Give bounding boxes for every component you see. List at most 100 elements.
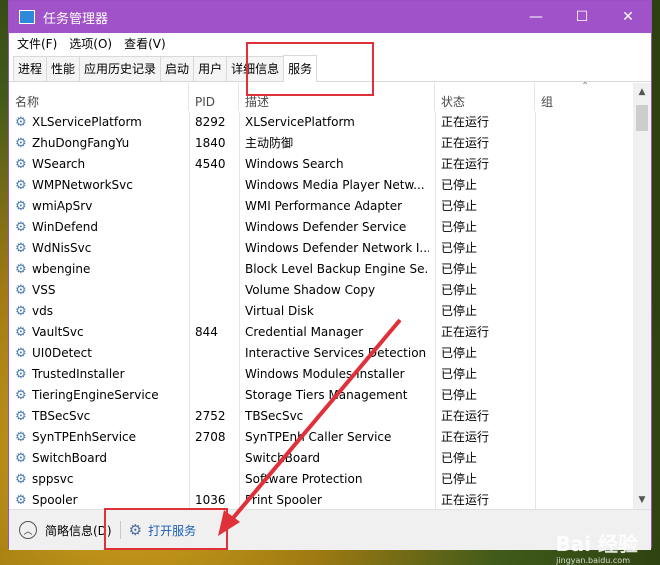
service-description: Volume Shadow Copy [245, 283, 376, 297]
task-manager-icon [19, 10, 35, 24]
service-pid: 2752 [195, 409, 226, 423]
maximize-button[interactable]: ☐ [559, 1, 605, 33]
table-row[interactable]: ⚙ TBSecSvc 2752 TBSecSvc 正在运行 [9, 406, 633, 427]
service-status: 正在运行 [441, 325, 490, 339]
tab-startup[interactable]: 启动 [160, 56, 195, 81]
services-table: 名称 PID 描述 状态 组 ⌃ ⚙ XLServicePlatform 8292 X… [9, 81, 651, 511]
menu-file[interactable]: 文件(F) [13, 35, 61, 52]
table-row[interactable]: ⚙ VaultSvc 844 Credential Manager 正在运行 [9, 322, 633, 343]
scroll-up-icon[interactable]: ▲ [633, 83, 651, 101]
title-bar[interactable]: 任务管理器 — ☐ ✕ [9, 1, 651, 33]
table-row[interactable]: ⚙ WdNisSvc Windows Defender Network I... 已停… [9, 238, 633, 259]
service-gear-icon: ⚙ [15, 472, 27, 487]
table-row[interactable]: ⚙ TrustedInstaller Windows Modules Install… [9, 364, 633, 385]
service-status: 已停止 [441, 241, 478, 255]
service-description: TBSecSvc [245, 409, 304, 423]
menu-view[interactable]: 查看(V) [120, 35, 170, 52]
service-gear-icon: ⚙ [15, 388, 27, 403]
service-pid: 8292 [195, 115, 226, 129]
table-row[interactable]: ⚙ VSS Volume Shadow Copy 已停止 [9, 280, 633, 301]
table-row[interactable]: ⚙ XLServicePlatform 8292 XLServicePlatform 正… [9, 112, 633, 133]
service-name-cell: ⚙ WdNisSvc [15, 238, 191, 259]
service-name: Spooler [32, 493, 78, 507]
service-name-cell: ⚙ TBSecSvc [15, 406, 191, 427]
service-description: XLServicePlatform [245, 115, 355, 129]
service-name-cell: ⚙ XLServicePlatform [15, 112, 191, 133]
table-row[interactable]: ⚙ WMPNetworkSvc Windows Media Player Netw.… [9, 175, 633, 196]
watermark-logo: Bai 经验 [555, 532, 638, 556]
service-name: wbengine [32, 262, 91, 276]
service-name-cell: ⚙ TieringEngineService [15, 385, 191, 406]
service-status: 已停止 [441, 346, 478, 360]
services-tab-highlight-box [246, 42, 374, 96]
tab-users[interactable]: 用户 [193, 56, 228, 81]
service-name-cell: ⚙ wbengine [15, 259, 191, 280]
table-row[interactable]: ⚙ sppsvc Software Protection 已停止 [9, 469, 633, 490]
fewer-details-link[interactable]: 简略信息(D) [45, 522, 112, 539]
column-header-name[interactable]: 名称 [9, 83, 189, 111]
table-row[interactable]: ⚙ wbengine Block Level Backup Engine Se...… [9, 259, 633, 280]
service-gear-icon: ⚙ [15, 220, 27, 235]
table-row[interactable]: ⚙ ZhuDongFangYu 1840 主动防御 正在运行 [9, 133, 633, 154]
menu-options[interactable]: 选项(O) [65, 35, 116, 52]
vertical-scrollbar[interactable]: ▲ ▼ [633, 83, 651, 509]
service-status: 已停止 [441, 220, 478, 234]
service-description: Windows Search [245, 157, 344, 171]
service-name: WMPNetworkSvc [32, 178, 133, 192]
service-gear-icon: ⚙ [15, 430, 27, 445]
service-name: WdNisSvc [32, 241, 92, 255]
service-description: SynTPEnh Caller Service [245, 430, 392, 444]
table-row[interactable]: ⚙ vds Virtual Disk 已停止 [9, 301, 633, 322]
table-row[interactable]: ⚙ TieringEngineService Storage Tiers Manag… [9, 385, 633, 406]
table-row[interactable]: ⚙ SwitchBoard SwitchBoard 已停止 [9, 448, 633, 469]
service-name: UI0Detect [32, 346, 92, 360]
service-name: VSS [32, 283, 56, 297]
service-pid: 2708 [195, 430, 226, 444]
table-row[interactable]: ⚙ WSearch 4540 Windows Search 正在运行 [9, 154, 633, 175]
table-row[interactable]: ⚙ SynTPEnhService 2708 SynTPEnh Caller Serv… [9, 427, 633, 448]
service-gear-icon: ⚙ [15, 346, 27, 361]
service-name: TieringEngineService [32, 388, 159, 402]
service-name: sppsvc [32, 472, 74, 486]
service-name: vds [32, 304, 53, 318]
service-description: Print Spooler [245, 493, 322, 507]
service-name-cell: ⚙ ZhuDongFangYu [15, 133, 191, 154]
service-name: SynTPEnhService [32, 430, 137, 444]
service-description: Block Level Backup Engine Se... [245, 262, 429, 276]
table-row[interactable]: ⚙ wmiApSrv WMI Performance Adapter 已停止 [9, 196, 633, 217]
table-row[interactable]: ⚙ WinDefend Windows Defender Service 已停止 [9, 217, 633, 238]
table-body: ⚙ XLServicePlatform 8292 XLServicePlatform 正… [9, 112, 633, 511]
column-header-status[interactable]: 状态 [435, 83, 535, 111]
minimize-button[interactable]: — [513, 1, 559, 33]
service-name-cell: ⚙ sppsvc [15, 469, 191, 490]
service-name: WSearch [32, 157, 86, 171]
service-description: WMI Performance Adapter [245, 199, 403, 213]
service-pid: 1840 [195, 136, 226, 150]
service-name-cell: ⚙ VSS [15, 280, 191, 301]
service-gear-icon: ⚙ [15, 304, 27, 319]
close-button[interactable]: ✕ [605, 1, 651, 33]
tab-performance[interactable]: 性能 [46, 56, 81, 81]
service-status: 已停止 [441, 199, 478, 213]
service-description: Credential Manager [245, 325, 364, 339]
service-gear-icon: ⚙ [15, 367, 27, 382]
service-name: TBSecSvc [32, 409, 91, 423]
table-row[interactable]: ⚙ Spooler 1036 Print Spooler 正在运行 [9, 490, 633, 511]
service-name-cell: ⚙ SynTPEnhService [15, 427, 191, 448]
service-name: wmiApSrv [32, 199, 93, 213]
service-description: 主动防御 [245, 136, 294, 150]
scroll-down-icon[interactable]: ▼ [633, 491, 651, 509]
service-status: 已停止 [441, 451, 478, 465]
service-gear-icon: ⚙ [15, 136, 27, 151]
column-header-pid[interactable]: PID [189, 83, 239, 111]
window-title: 任务管理器 [43, 11, 109, 27]
scroll-thumb[interactable] [636, 105, 648, 131]
service-status: 正在运行 [441, 115, 490, 129]
table-row[interactable]: ⚙ UI0Detect Interactive Services Detection… [9, 343, 633, 364]
service-gear-icon: ⚙ [15, 157, 27, 172]
service-name: ZhuDongFangYu [32, 136, 130, 150]
service-name-cell: ⚙ SwitchBoard [15, 448, 191, 469]
chevron-up-icon[interactable]: ︿ [19, 521, 37, 539]
tab-processes[interactable]: 进程 [13, 56, 48, 81]
tab-app-history[interactable]: 应用历史记录 [79, 56, 162, 81]
